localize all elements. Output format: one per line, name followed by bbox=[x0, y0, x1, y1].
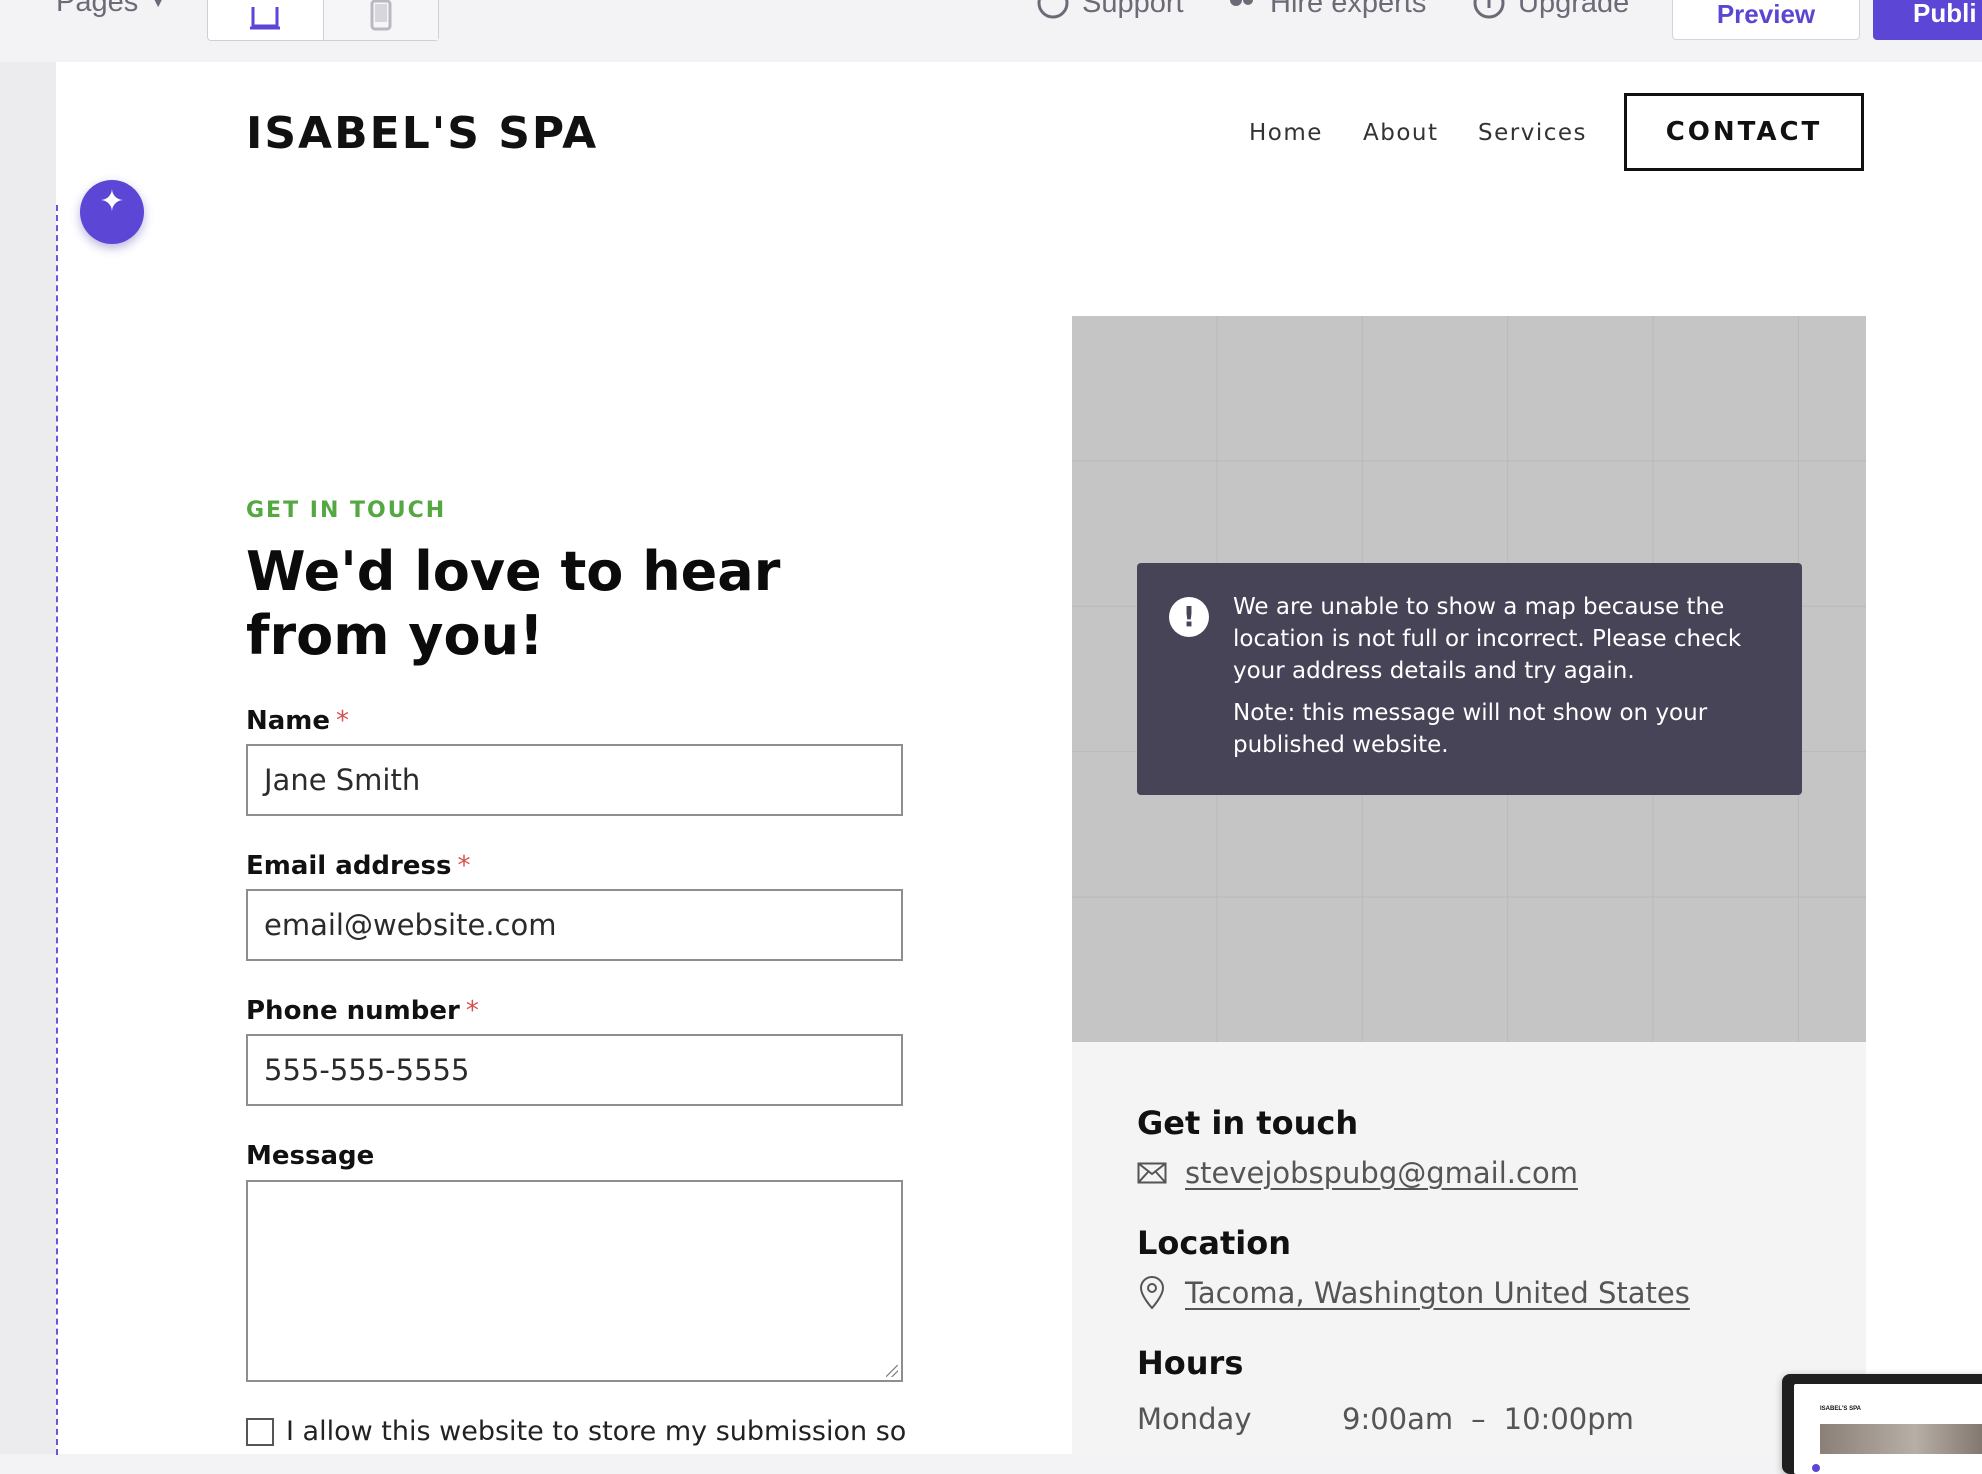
message-textarea[interactable] bbox=[246, 1180, 903, 1382]
upgrade-link[interactable]: Upgrade bbox=[1472, 0, 1629, 20]
alert-icon: ! bbox=[1169, 597, 1209, 637]
page-thumbnail-preview[interactable]: ISABEL'S SPA bbox=[1782, 1374, 1982, 1474]
phone-field[interactable]: 555-555-5555 bbox=[246, 1034, 903, 1106]
form-eyebrow: GET IN TOUCH bbox=[246, 498, 447, 523]
hours-day: Monday bbox=[1137, 1402, 1252, 1436]
phone-label: Phone number * bbox=[246, 996, 479, 1026]
email-label-text: Email address bbox=[246, 851, 452, 881]
device-toggle bbox=[207, 0, 439, 41]
mobile-icon bbox=[370, 0, 392, 31]
upgrade-label: Upgrade bbox=[1518, 0, 1630, 19]
thumbnail-indicator-icon bbox=[1812, 1464, 1820, 1472]
phone-label-text: Phone number bbox=[246, 996, 460, 1026]
resize-handle-icon[interactable] bbox=[886, 1365, 898, 1377]
support-link[interactable]: Support bbox=[1036, 0, 1184, 20]
people-icon bbox=[1230, 0, 1253, 6]
help-circle-icon bbox=[1037, 0, 1069, 19]
desktop-view-button[interactable] bbox=[208, 0, 323, 40]
email-row: stevejobspubg@gmail.com bbox=[1137, 1156, 1578, 1190]
hire-experts-link[interactable]: Hire experts bbox=[1224, 0, 1426, 20]
hours-title: Hours bbox=[1137, 1344, 1244, 1382]
email-link[interactable]: stevejobspubg@gmail.com bbox=[1185, 1156, 1578, 1190]
pages-label: Pages bbox=[56, 0, 139, 18]
location-link[interactable]: Tacoma, Washington United States bbox=[1185, 1276, 1690, 1310]
contact-info-panel: Get in touch stevejobspubg@gmail.com Loc… bbox=[1072, 1042, 1866, 1454]
sparkle-icon: ✦ bbox=[99, 184, 125, 218]
hire-experts-label: Hire experts bbox=[1270, 0, 1427, 19]
nav-services[interactable]: Services bbox=[1478, 120, 1587, 146]
consent-row: I allow this website to store my submiss… bbox=[246, 1416, 906, 1447]
consent-checkbox[interactable] bbox=[246, 1418, 274, 1446]
preview-button[interactable]: Preview bbox=[1672, 0, 1860, 40]
required-mark: * bbox=[457, 851, 471, 881]
thumbnail-screen: ISABEL'S SPA bbox=[1794, 1384, 1982, 1474]
form-heading: We'd love to hear from you! bbox=[246, 540, 781, 667]
message-label: Message bbox=[246, 1141, 375, 1171]
consent-text: I allow this website to store my submiss… bbox=[286, 1416, 907, 1447]
ai-assist-button[interactable]: ✦ bbox=[80, 180, 144, 244]
chevron-down-icon: ▼ bbox=[150, 0, 167, 11]
name-field[interactable]: Jane Smith bbox=[246, 744, 903, 816]
location-title: Location bbox=[1137, 1224, 1291, 1262]
upgrade-icon bbox=[1473, 0, 1505, 19]
map-note-text: Note: this message will not show on your… bbox=[1233, 700, 1708, 758]
editor-left-gutter bbox=[0, 62, 56, 1454]
mobile-view-button[interactable] bbox=[322, 0, 438, 40]
location-row: Tacoma, Washington United States bbox=[1137, 1276, 1690, 1310]
section-selection-outline bbox=[56, 205, 58, 1455]
thumbnail-brand: ISABEL'S SPA bbox=[1820, 1406, 1861, 1412]
hours-close: 10:00pm bbox=[1503, 1402, 1634, 1436]
site-brand[interactable]: ISABEL'S SPA bbox=[246, 108, 598, 159]
name-placeholder: Jane Smith bbox=[264, 763, 421, 797]
nav-about[interactable]: About bbox=[1363, 120, 1439, 146]
map-error-message: ! We are unable to show a map because th… bbox=[1137, 563, 1802, 795]
nav-home[interactable]: Home bbox=[1249, 120, 1323, 146]
email-field[interactable]: email@website.com bbox=[246, 889, 903, 961]
required-mark: * bbox=[336, 706, 350, 736]
pages-dropdown[interactable]: Pages ▼ bbox=[56, 0, 166, 19]
hours-separator: – bbox=[1471, 1402, 1486, 1436]
hours-open: 9:00am bbox=[1342, 1402, 1454, 1436]
contact-button[interactable]: CONTACT bbox=[1624, 93, 1864, 171]
map-pin-icon bbox=[1139, 1276, 1165, 1310]
get-in-touch-title: Get in touch bbox=[1137, 1104, 1359, 1142]
required-mark: * bbox=[465, 996, 479, 1026]
publish-button[interactable]: Publi bbox=[1873, 0, 1982, 40]
name-label-text: Name bbox=[246, 706, 331, 736]
envelope-icon bbox=[1137, 1162, 1167, 1184]
name-label: Name * bbox=[246, 706, 349, 736]
support-label: Support bbox=[1082, 0, 1184, 19]
hours-row: Monday 9:00am – 10:00pm bbox=[1137, 1402, 1634, 1436]
desktop-icon bbox=[250, 7, 281, 30]
thumbnail-hero-image bbox=[1820, 1424, 1982, 1454]
phone-placeholder: 555-555-5555 bbox=[264, 1053, 470, 1087]
map-error-text: We are unable to show a map because the … bbox=[1233, 594, 1742, 684]
email-label: Email address * bbox=[246, 851, 470, 881]
editor-toolbar: Pages ▼ Support Hire experts Upgrade Pre… bbox=[0, 0, 1982, 62]
email-placeholder: email@website.com bbox=[264, 908, 557, 942]
